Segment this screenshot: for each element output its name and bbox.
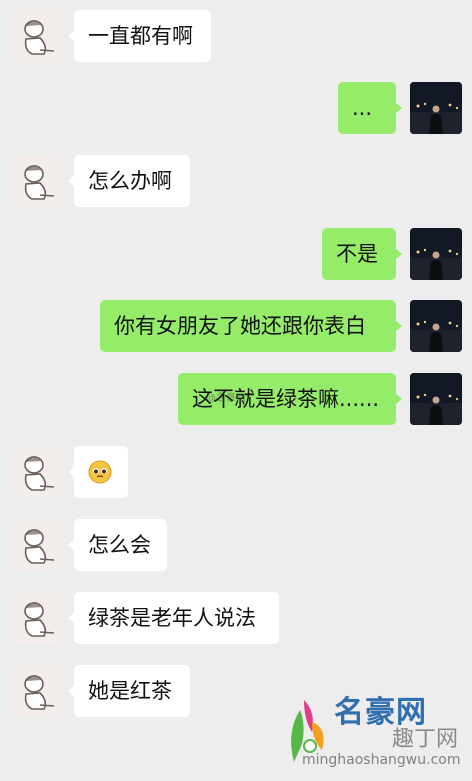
message-text: 怎么会 — [88, 533, 151, 557]
outgoing-message-bubble[interactable]: 不是 — [322, 228, 402, 280]
incoming-message-bubble[interactable]: 怎么办啊 — [68, 155, 190, 207]
pleading-face-emoji-icon — [88, 460, 112, 484]
incoming-message-bubble[interactable]: 她是红茶 — [68, 665, 190, 717]
contact-avatar[interactable] — [10, 155, 62, 207]
outgoing-message-bubble[interactable]: 这不就是绿茶嘛...... @名豪网 — [178, 373, 402, 425]
site-watermark: 名豪网 趣丁网 minghaoshangwu.com — [282, 692, 472, 781]
site-watermark-subtitle: 趣丁网 — [392, 727, 459, 752]
contact-avatar[interactable] — [10, 592, 62, 644]
contact-avatar[interactable] — [10, 446, 62, 498]
message-text: 不是 — [336, 242, 378, 266]
user-avatar[interactable] — [410, 228, 462, 280]
inline-watermark: @名豪网 — [206, 393, 246, 404]
incoming-message-bubble[interactable] — [68, 446, 128, 498]
contact-avatar[interactable] — [10, 10, 62, 62]
site-watermark-title: 名豪网 — [334, 695, 427, 730]
outgoing-message-bubble[interactable]: 你有女朋友了她还跟你表白 — [100, 300, 402, 352]
message-text: ... — [352, 96, 373, 120]
message-text: 绿茶是老年人说法 — [88, 606, 256, 630]
contact-avatar[interactable] — [10, 519, 62, 571]
incoming-message-bubble[interactable]: 怎么会 — [68, 519, 167, 571]
outgoing-message-bubble[interactable]: ... — [338, 82, 402, 134]
message-text: 她是红茶 — [88, 679, 172, 703]
incoming-message-bubble[interactable]: 绿茶是老年人说法 — [68, 592, 279, 644]
user-avatar[interactable] — [410, 373, 462, 425]
message-text: 你有女朋友了她还跟你表白 — [114, 314, 366, 338]
user-avatar[interactable] — [410, 300, 462, 352]
message-text: 怎么办啊 — [88, 169, 172, 193]
user-avatar[interactable] — [410, 82, 462, 134]
contact-avatar[interactable] — [10, 665, 62, 717]
incoming-message-bubble[interactable]: 一直都有啊 — [68, 10, 211, 62]
chat-message-list: 一直都有啊 ... 怎么办啊 不是 你有女朋友了她还跟你表白 这不就是绿茶嘛..… — [0, 0, 472, 781]
site-watermark-url: minghaoshangwu.com — [302, 752, 461, 768]
message-text: 一直都有啊 — [88, 24, 193, 48]
